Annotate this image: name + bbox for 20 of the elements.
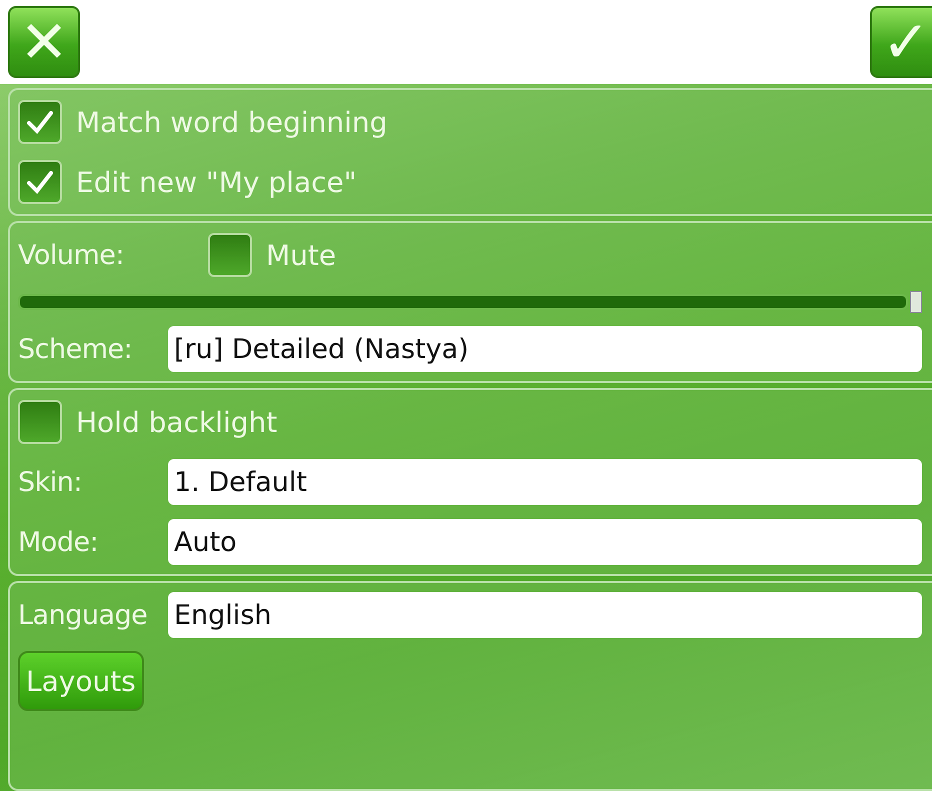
dropdown-field[interactable]: 1. Default (168, 459, 922, 505)
checkbox[interactable] (18, 400, 62, 444)
volume-label: Volume: (18, 240, 126, 270)
field-label: Language (18, 600, 148, 630)
field-label: Skin: (18, 466, 83, 498)
dropdown-field[interactable]: Auto (168, 519, 922, 565)
checkbox-label: Match word beginning (76, 106, 388, 138)
checkmark-icon (26, 109, 54, 135)
checkbox[interactable] (208, 233, 252, 277)
field-label: Mode: (18, 526, 100, 558)
checkbox[interactable] (18, 100, 62, 144)
dropdown-field[interactable]: [ru] Detailed (Nastya) (168, 326, 922, 372)
slider-thumb[interactable] (910, 291, 922, 313)
checkbox-label: Hold backlight (76, 406, 278, 438)
mute-label: Mute (266, 238, 336, 272)
checkmark-icon (26, 169, 54, 195)
checkbox[interactable] (18, 160, 62, 204)
dropdown-field[interactable]: English (168, 592, 922, 638)
checkbox-label: Edit new "My place" (76, 166, 357, 198)
field-label: Scheme: (18, 334, 134, 364)
